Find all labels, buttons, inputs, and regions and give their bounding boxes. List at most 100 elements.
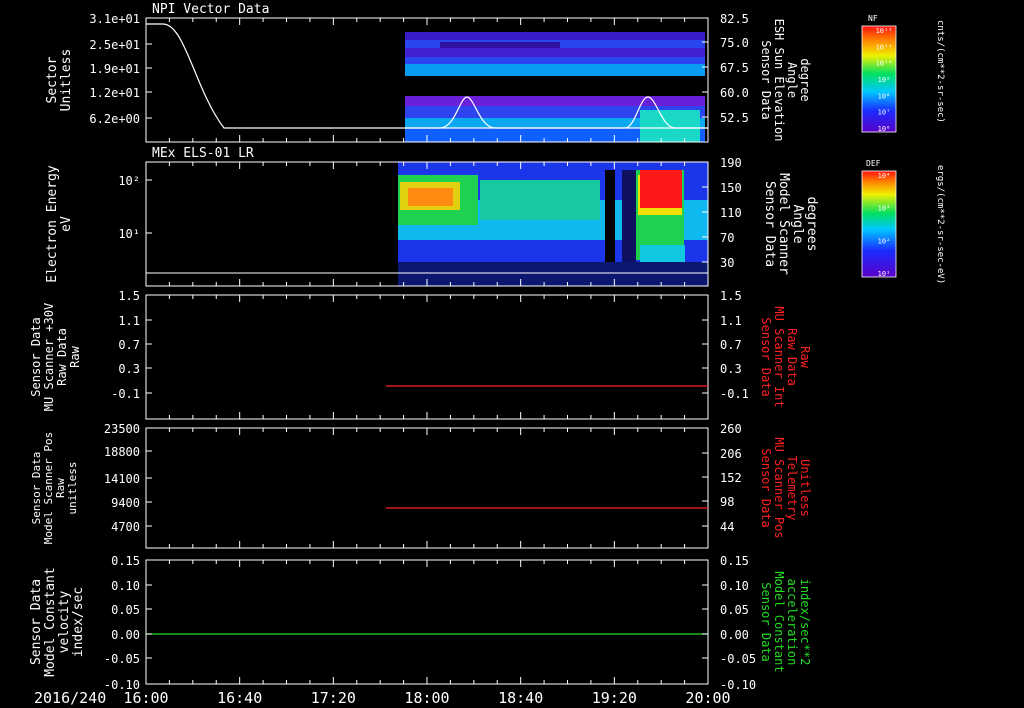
right-tick-label: 0.05 [720, 603, 749, 617]
right-axis-label-line: Raw Data [785, 328, 799, 386]
right-tick-label: 75.0 [720, 36, 749, 50]
right-axis-label-line: index/sec**2 [798, 579, 812, 666]
left-axis-label-line: Sensor Data [29, 317, 43, 396]
date-label: 2016/240 [34, 689, 106, 707]
left-tick-label: 10¹ [118, 227, 140, 241]
left-tick-label: 10² [118, 174, 140, 188]
right-tick-label: 0.7 [720, 338, 742, 352]
colorbar-tick-label: 10⁴ [878, 172, 891, 180]
time-tick-label: 18:40 [498, 689, 543, 707]
right-tick-label: 1.1 [720, 314, 742, 328]
panel-constant-velocity [145, 559, 709, 685]
colorbar-header: DEF [866, 159, 881, 168]
right-tick-label: 0.00 [720, 628, 749, 642]
panel-frame [145, 294, 709, 420]
time-tick-label: 16:00 [123, 689, 168, 707]
right-axis-label: Sensor DataMU Scanner IntRaw DataRaw [759, 306, 812, 407]
time-tick-label: 20:00 [685, 689, 730, 707]
left-tick-label: 1.1 [118, 314, 140, 328]
right-axis-label: Sensor DataMU Scanner PosTelemetryUnitle… [759, 437, 812, 538]
right-axis-label-line: Angle [790, 204, 805, 243]
npi-band-row [405, 96, 705, 106]
right-tick-label: 206 [720, 447, 742, 461]
right-tick-label: 60.0 [720, 86, 749, 100]
time-axis: 16:00 16:40 17:20 18:00 18:40 19:20 20:00 [123, 689, 730, 707]
left-axis-label: SectorUnitless [45, 49, 74, 112]
right-axis-label-line: Unitless [798, 459, 812, 517]
left-tick-label: 23500 [104, 422, 140, 436]
npi-band-row [405, 64, 705, 76]
colorbar-tick-label: 10² [878, 237, 891, 245]
npi-band-dark [440, 42, 560, 48]
right-axis-label-line: Sensor Data [762, 181, 777, 267]
right-tick-label: 110 [720, 206, 742, 220]
right-axis-label-line: Sensor Data [759, 317, 773, 396]
left-tick-label: 2.5e+01 [89, 38, 140, 52]
npi-band-row [405, 32, 705, 40]
right-axis-label-line: ESH Sun Elevation [772, 19, 786, 142]
left-axis-label-line: MU Scanner +30V [42, 303, 56, 411]
colorbar-tick-label: 10¹ [878, 270, 891, 278]
right-tick-label: 0.10 [720, 579, 749, 593]
left-axis-label-line: unitless [66, 462, 79, 515]
left-tick-label: 1.9e+01 [89, 62, 140, 76]
colorbar-tick-label: 10⁷ [878, 109, 891, 117]
left-axis-label: Sensor DataMU Scanner +30VRaw DataRaw [29, 303, 82, 411]
colorbar-tick-label: 10⁹ [878, 76, 891, 84]
right-tick-label: 30 [720, 256, 734, 270]
left-tick-label: 14100 [104, 472, 140, 486]
right-tick-label: 70 [720, 231, 734, 245]
right-tick-label: 190 [720, 156, 742, 170]
right-tick-label: 0.3 [720, 362, 742, 376]
left-tick-label: -0.05 [104, 652, 140, 666]
right-axis-label: Sensor DataModel Constantaccelerationind… [759, 571, 812, 672]
right-axis-label-line: Telemetry [785, 455, 799, 520]
left-axis-label-line: Model Constant [43, 567, 58, 677]
right-tick-label: 82.5 [720, 12, 749, 26]
colorbar-def: DEF 10⁴ 10³ 10² 10¹ ergs/(cm**2-sr-sec-eV) [861, 159, 945, 284]
left-tick-label: 3.1e+01 [89, 12, 140, 26]
left-axis-label: Electron EnergyeV [45, 165, 74, 283]
colorbar-unit: cnts/(cm**2-sr-sec) [935, 20, 945, 123]
right-axis-label-line: MU Scanner Int [772, 306, 786, 407]
panel-title: MEx ELS-01 LR [152, 146, 254, 161]
colorbar-unit: ergs/(cm**2-sr-sec-eV) [935, 165, 945, 284]
els-band-red [640, 170, 682, 208]
time-tick-label: 17:20 [311, 689, 356, 707]
left-tick-label: 0.00 [111, 628, 140, 642]
colorbar-header: NF [868, 14, 878, 23]
right-axis-label-line: Sensor Data [759, 448, 773, 527]
right-axis-label-line: MU Scanner Pos [772, 437, 786, 538]
left-axis-label-line: Raw Data [55, 328, 69, 386]
colorbar-tick-label: 10¹⁰ [876, 60, 893, 68]
left-axis-label-line: velocity [57, 591, 72, 654]
spectrogram-npi [146, 23, 708, 142]
right-tick-label: 152 [720, 471, 742, 485]
right-tick-label: -0.1 [720, 387, 749, 401]
time-tick-label: 19:20 [592, 689, 637, 707]
spectrogram-els [146, 162, 708, 286]
left-axis-label-line: Sensor Data [29, 579, 44, 665]
right-axis-label-line: degree [798, 58, 812, 101]
right-tick-label: -0.05 [720, 652, 756, 666]
right-tick-label: 260 [720, 422, 742, 436]
left-axis-label-line: Unitless [59, 49, 74, 112]
right-tick-label: 0.15 [720, 554, 749, 568]
colorbar-tick-label: 10³ [878, 205, 891, 213]
left-axis-label: Sensor DataModel Scanner PosRawunitless [30, 432, 79, 545]
right-axis-label-line: acceleration [785, 579, 799, 666]
left-axis-label-line: index/sec [71, 587, 86, 657]
right-tick-label: 1.5 [720, 289, 742, 303]
time-tick-label: 16:40 [217, 689, 262, 707]
left-tick-label: 9400 [111, 496, 140, 510]
left-tick-label: 0.7 [118, 338, 140, 352]
colorbar-nf: NF 10¹² 10¹¹ 10¹⁰ 10⁹ 10⁸ 10⁷ 10⁶ cnts/(cm**2-… [861, 14, 945, 133]
colorbar-tick-label: 10¹¹ [876, 43, 893, 51]
left-tick-label: 0.3 [118, 362, 140, 376]
left-axis-label-line: Electron Energy [45, 165, 60, 283]
panel-title: NPI Vector Data [152, 2, 269, 17]
right-axis-label-line: Model Constant [772, 571, 786, 672]
left-tick-label: 1.2e+01 [89, 86, 140, 100]
right-axis-label-line: Raw [798, 346, 812, 368]
left-tick-label: 0.05 [111, 603, 140, 617]
